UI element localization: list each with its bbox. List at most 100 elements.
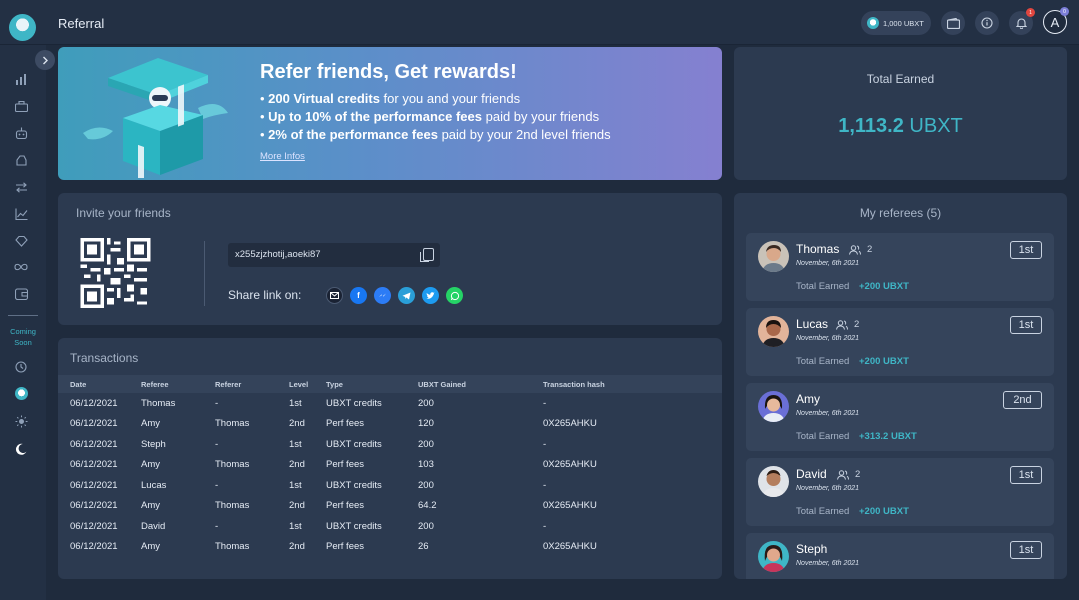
table-cell: - <box>543 520 547 532</box>
total-earned-title: Total Earned <box>866 72 935 86</box>
more-infos-link[interactable]: More Infos <box>260 151 305 162</box>
info-button[interactable] <box>975 11 999 35</box>
referee-date: November, 6th 2021 <box>796 335 860 342</box>
column-header[interactable]: Level <box>289 375 326 393</box>
table-cell: UBXT credits <box>326 479 382 491</box>
table-header-row: Date Referee Referer Level Type UBXT Gai… <box>58 375 722 393</box>
table-cell: 2nd <box>289 459 305 471</box>
table-cell: 26 <box>418 541 429 553</box>
user-avatar[interactable]: A 0 <box>1043 7 1069 34</box>
referral-code-field[interactable]: x255zjzhotij,aoeki87 <box>228 243 440 267</box>
table-row: 06/12/2021 David - 1st UBXT credits 200 - <box>58 516 722 537</box>
swap-icon[interactable] <box>13 179 29 195</box>
table-cell: Thomas <box>215 418 250 430</box>
invite-card: Invite your friends x255zjzhotij,aoeki87… <box>58 193 722 325</box>
table-cell: Thomas <box>215 459 250 471</box>
puzzle-icon[interactable] <box>13 233 29 249</box>
balance-button[interactable]: 1,000 UBXT <box>861 11 931 35</box>
table-row: 06/12/2021 Amy Thomas 2nd Perf fees 103 0X265A… <box>58 455 722 476</box>
column-header[interactable]: Referer <box>215 375 289 393</box>
table-cell: 103 <box>418 459 434 471</box>
total-earned-label: Total Earned <box>796 431 850 442</box>
referee-item[interactable]: David 2 November, 6th 2021 1st Total Ear… <box>746 458 1054 526</box>
referee-name: David <box>796 467 827 481</box>
wallet-icon <box>946 17 960 29</box>
users-icon <box>849 244 861 255</box>
twitter-share-icon[interactable] <box>422 287 439 304</box>
bot-icon[interactable] <box>13 125 29 141</box>
sidebar-divider <box>8 315 38 316</box>
table-cell: Amy <box>141 418 160 430</box>
avatar <box>758 316 789 347</box>
table-cell: - <box>543 438 547 450</box>
table-cell: David <box>141 520 166 532</box>
moon-icon[interactable] <box>13 441 29 457</box>
benefit-item: 200 Virtual credits for you and your fri… <box>260 90 611 108</box>
coming-soon-label: Coming Soon <box>10 327 36 347</box>
column-header[interactable]: Date <box>58 375 141 393</box>
referee-level-badge: 1st <box>1010 541 1042 559</box>
benefits-list: 200 Virtual credits for you and your fri… <box>260 90 611 144</box>
table-cell: 2nd <box>289 500 305 512</box>
column-header[interactable]: Type <box>326 375 418 393</box>
table-cell: 06/12/2021 <box>70 459 118 471</box>
line-chart-icon[interactable] <box>13 206 29 222</box>
referee-friends: 2 <box>849 244 872 255</box>
notifications-button[interactable]: 1 <box>1009 8 1035 35</box>
copy-icon[interactable] <box>420 248 434 262</box>
top-bar: Referral 1,000 UBXT 1 A 0 <box>0 0 1079 45</box>
table-row: 06/12/2021 Steph - 1st UBXT credits 200 - <box>58 434 722 455</box>
table-cell: Amy <box>141 541 160 553</box>
table-cell: UBXT credits <box>326 438 382 450</box>
bar-chart-icon[interactable] <box>13 71 29 87</box>
referee-level-badge: 2nd <box>1003 391 1042 409</box>
total-earned-card: Total Earned 1,113.2 UBXT <box>734 47 1067 180</box>
wallet-side-icon[interactable] <box>13 286 29 302</box>
table-row: 06/12/2021 Amy Thomas 2nd Perf fees 120 0X265A… <box>58 414 722 435</box>
referee-item[interactable]: Amy November, 6th 2021 2nd Total Earned … <box>746 383 1054 451</box>
referee-level-badge: 1st <box>1010 316 1042 334</box>
referee-friends: 2 <box>837 469 860 480</box>
table-cell: 2nd <box>289 418 305 430</box>
referee-item[interactable]: Lucas 2 November, 6th 2021 1st Total Ear… <box>746 308 1054 376</box>
table-cell: Amy <box>141 500 160 512</box>
table-cell: - <box>543 397 547 409</box>
referee-item[interactable]: Thomas 2 November, 6th 2021 1st Total Ea… <box>746 233 1054 301</box>
table-cell: 1st <box>289 479 302 491</box>
briefcase-icon[interactable] <box>13 98 29 114</box>
referee-earned-value: +200 UBXT <box>859 506 909 517</box>
sun-icon[interactable] <box>13 413 29 429</box>
robot-hand-icon[interactable] <box>13 152 29 168</box>
table-cell: 120 <box>418 418 434 430</box>
invite-title: Invite your friends <box>76 206 171 220</box>
table-cell: 06/12/2021 <box>70 397 118 409</box>
referee-item[interactable]: Steph November, 6th 2021 1st <box>746 533 1054 579</box>
wallet-button[interactable] <box>941 11 965 35</box>
column-header[interactable]: Referee <box>141 375 215 393</box>
app-logo[interactable] <box>9 14 36 41</box>
messenger-share-icon[interactable] <box>374 287 391 304</box>
whatsapp-share-icon[interactable] <box>446 287 463 304</box>
table-cell: - <box>215 438 219 450</box>
benefit-item: Up to 10% of the performance fees paid b… <box>260 108 611 126</box>
facebook-share-icon[interactable]: f <box>350 287 367 304</box>
ubxt-logo-icon[interactable] <box>13 385 29 401</box>
sidebar-expand-button[interactable] <box>35 50 55 70</box>
page-title: Referral <box>58 16 105 31</box>
referee-name: Amy <box>796 392 820 406</box>
telegram-share-icon[interactable] <box>398 287 415 304</box>
chevron-right-icon <box>42 56 48 64</box>
email-share-icon[interactable] <box>326 287 343 304</box>
infinity-icon[interactable] <box>13 259 29 275</box>
table-cell: Perf fees <box>326 500 365 512</box>
column-header[interactable]: Transaction hash <box>543 375 722 393</box>
referral-banner: Refer friends, Get rewards! 200 Virtual … <box>58 47 722 180</box>
avatar-badge: 0 <box>1060 7 1069 16</box>
clock-icon[interactable] <box>13 359 29 375</box>
column-header[interactable]: UBXT Gained <box>418 375 543 393</box>
table-cell: Steph <box>141 438 166 450</box>
invite-divider <box>204 241 205 306</box>
table-cell: 64.2 <box>418 500 437 512</box>
table-cell: Perf fees <box>326 459 365 471</box>
gift-robot-illustration <box>83 58 228 178</box>
